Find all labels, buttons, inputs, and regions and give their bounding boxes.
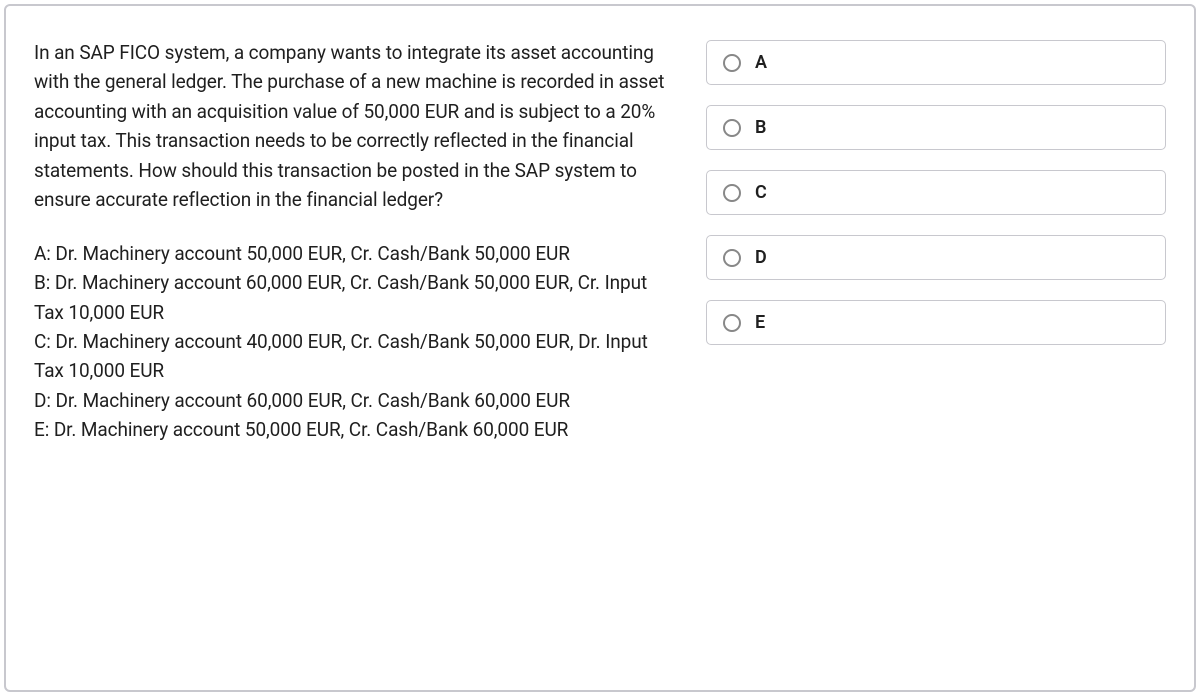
quiz-container: In an SAP FICO system, a company wants t…	[4, 4, 1196, 692]
answer-description-e: E: Dr. Machinery account 50,000 EUR, Cr.…	[34, 415, 674, 444]
option-label-d: D	[755, 247, 767, 268]
options-column: A B C D E	[706, 38, 1166, 658]
answer-descriptions: A: Dr. Machinery account 50,000 EUR, Cr.…	[34, 239, 674, 445]
option-d[interactable]: D	[706, 235, 1166, 280]
question-column: In an SAP FICO system, a company wants t…	[34, 38, 674, 658]
option-a[interactable]: A	[706, 40, 1166, 85]
option-label-a: A	[755, 52, 767, 73]
option-e[interactable]: E	[706, 300, 1166, 345]
answer-description-a: A: Dr. Machinery account 50,000 EUR, Cr.…	[34, 239, 674, 268]
option-b[interactable]: B	[706, 105, 1166, 150]
question-text: In an SAP FICO system, a company wants t…	[34, 38, 674, 215]
radio-icon	[723, 184, 741, 202]
radio-icon	[723, 54, 741, 72]
option-c[interactable]: C	[706, 170, 1166, 215]
option-label-e: E	[755, 312, 765, 333]
option-label-c: C	[755, 182, 767, 203]
answer-description-b: B: Dr. Machinery account 60,000 EUR, Cr.…	[34, 268, 674, 327]
radio-icon	[723, 249, 741, 267]
answer-description-c: C: Dr. Machinery account 40,000 EUR, Cr.…	[34, 327, 674, 386]
option-label-b: B	[755, 117, 766, 138]
radio-icon	[723, 314, 741, 332]
answer-description-d: D: Dr. Machinery account 60,000 EUR, Cr.…	[34, 386, 674, 415]
radio-icon	[723, 119, 741, 137]
